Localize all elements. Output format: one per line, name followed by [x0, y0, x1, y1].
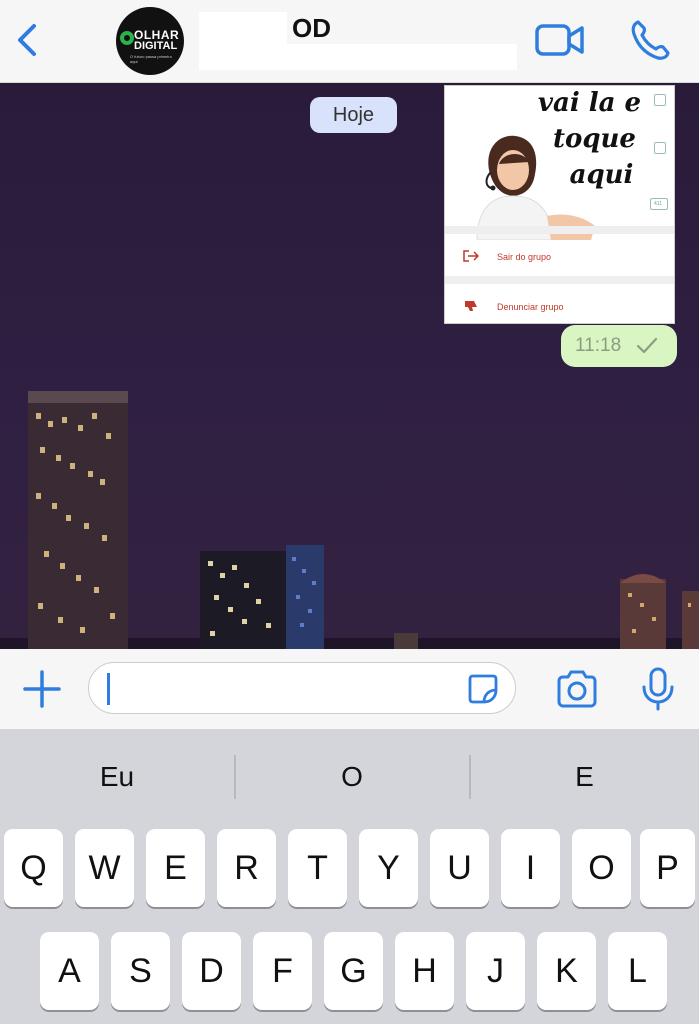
report-group-option: Denunciar grupo: [497, 302, 564, 312]
small-indicator-icon: [654, 94, 666, 106]
redacted-name-area: [199, 12, 287, 44]
logo-ring-icon: [120, 31, 134, 45]
chat-header: OLHAR DIGITAL O futuro passa primeiro aq…: [0, 0, 699, 83]
video-call-icon[interactable]: [535, 22, 585, 58]
group-avatar[interactable]: OLHAR DIGITAL O futuro passa primeiro aq…: [116, 7, 184, 75]
message-input-bar: [0, 649, 699, 729]
message-time: 11:18: [575, 335, 622, 356]
camera-icon[interactable]: [555, 669, 599, 709]
key-p[interactable]: P: [640, 829, 695, 907]
key-o[interactable]: O: [572, 829, 631, 907]
key-g[interactable]: G: [324, 932, 383, 1010]
count-badge: 411: [650, 198, 668, 210]
microphone-icon[interactable]: [640, 667, 676, 711]
avatar-logo-tagline: O futuro passa primeiro aqui: [130, 54, 172, 64]
key-d[interactable]: D: [182, 932, 241, 1010]
key-r[interactable]: R: [217, 829, 276, 907]
thumbs-down-icon: [465, 301, 477, 311]
chat-area[interactable]: Hoje vai la e toque aqui 411 Sair do gru…: [0, 83, 699, 649]
back-chevron-icon[interactable]: [10, 20, 46, 60]
image-text-line-2: toque: [553, 124, 636, 154]
key-i[interactable]: I: [501, 829, 560, 907]
text-cursor: [107, 673, 110, 705]
key-w[interactable]: W: [75, 829, 134, 907]
plus-icon[interactable]: [22, 669, 62, 709]
divider: [445, 226, 674, 234]
sticker-icon[interactable]: [467, 673, 499, 705]
phone-call-icon[interactable]: [628, 18, 672, 62]
divider: [445, 276, 674, 284]
image-message[interactable]: vai la e toque aqui 411 Sair do grupo De…: [444, 85, 675, 324]
leave-group-option: Sair do grupo: [497, 252, 552, 262]
sent-check-icon: [636, 337, 658, 354]
message-input[interactable]: [105, 672, 459, 704]
key-u[interactable]: U: [430, 829, 489, 907]
count-badge-text: 411: [654, 201, 662, 207]
suggestion-2[interactable]: O: [235, 729, 469, 825]
key-a[interactable]: A: [40, 932, 99, 1010]
key-q[interactable]: Q: [4, 829, 63, 907]
redacted-subtitle-area: [199, 44, 517, 70]
image-text-line-3: aqui: [569, 160, 634, 190]
key-h[interactable]: H: [395, 932, 454, 1010]
small-indicator-icon: [654, 142, 666, 154]
key-y[interactable]: Y: [359, 829, 418, 907]
keyboard: Eu O E Q W E R T Y U I O P A S D F G H J…: [0, 729, 699, 1024]
key-j[interactable]: J: [466, 932, 525, 1010]
key-l[interactable]: L: [608, 932, 667, 1010]
suggestion-1[interactable]: Eu: [0, 729, 234, 825]
date-separator: Hoje: [310, 97, 397, 133]
key-k[interactable]: K: [537, 932, 596, 1010]
key-f[interactable]: F: [253, 932, 312, 1010]
exit-icon: [463, 250, 479, 262]
suggestion-3[interactable]: E: [470, 729, 699, 825]
key-t[interactable]: T: [288, 829, 347, 907]
message-field[interactable]: [88, 662, 516, 714]
chat-title[interactable]: OD: [292, 13, 331, 44]
key-e[interactable]: E: [146, 829, 205, 907]
outgoing-message-bubble[interactable]: 11:18: [561, 325, 677, 367]
image-text-line-1: vai la e: [537, 88, 642, 118]
key-s[interactable]: S: [111, 932, 170, 1010]
avatar-logo-text-2: DIGITAL: [134, 40, 178, 52]
